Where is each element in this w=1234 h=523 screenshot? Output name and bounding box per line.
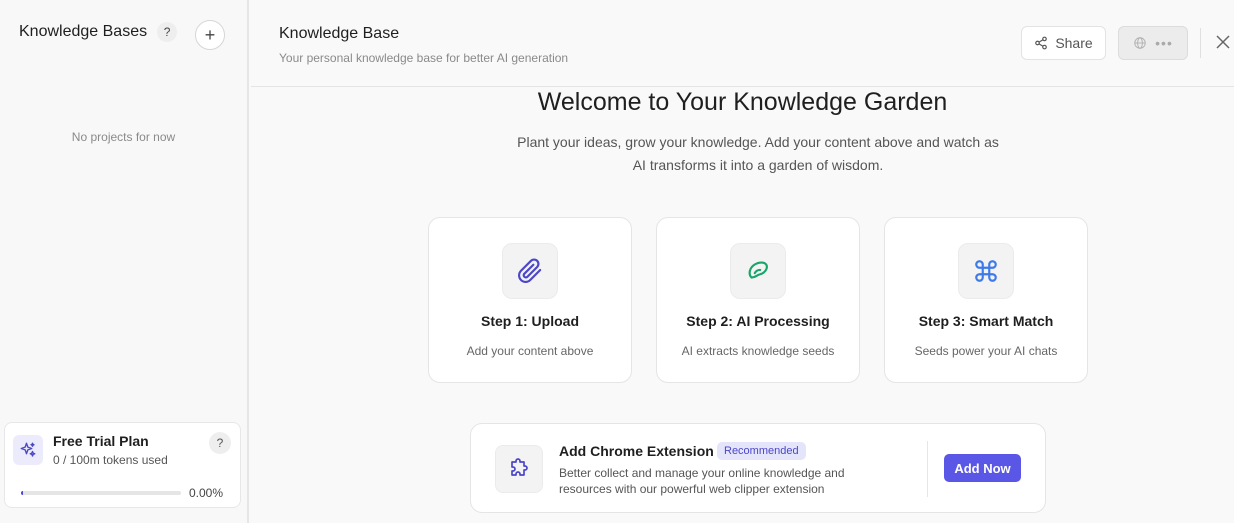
step-title: Step 3: Smart Match [918,313,1054,329]
add-knowledge-base-button[interactable]: + [195,20,225,50]
puzzle-icon [495,445,543,493]
welcome-description: Plant your ideas, grow your knowledge. A… [503,131,1013,177]
more-options-button[interactable]: ••• [1118,26,1188,60]
step-title: Step 1: Upload [480,313,579,329]
plan-progress-bar [21,491,181,495]
welcome-desc-line-2: AI transforms it into a garden of wisdom… [632,157,884,173]
welcome-desc-line-1: Plant your ideas, grow your knowledge. A… [517,134,999,150]
more-dots-icon: ••• [1155,35,1173,51]
step-card-smart-match: Step 3: Smart Match Seeds power your AI … [884,217,1088,383]
command-icon [958,243,1014,299]
main-header: Knowledge Base Your personal knowledge b… [251,0,1234,87]
step-card-upload: Step 1: Upload Add your content above [428,217,632,383]
help-button[interactable]: ? [157,22,178,42]
sidebar: Knowledge Bases ? + No projects for now … [0,0,249,523]
plan-title: Free Trial Plan [53,433,149,449]
plan-usage: 0 / 100m tokens used [53,453,168,467]
step-title: Step 2: AI Processing [686,313,830,329]
step-description: Seeds power your AI chats [914,344,1058,358]
sidebar-header: Knowledge Bases ? [19,22,178,42]
globe-icon [1134,37,1146,49]
step-description: AI extracts knowledge seeds [681,344,835,358]
sparkles-icon [13,435,43,465]
header-divider [1200,28,1201,58]
share-icon [1035,36,1048,50]
plan-card: Free Trial Plan 0 / 100m tokens used ? 0… [4,422,241,508]
plan-help-button[interactable]: ? [209,432,231,454]
sidebar-title: Knowledge Bases [19,23,148,40]
chrome-extension-card: Add Chrome Extension Recommended Better … [470,423,1046,513]
close-icon [1216,35,1230,49]
close-button[interactable] [1213,31,1233,53]
share-label: Share [1055,35,1093,51]
paperclip-icon [502,243,558,299]
extension-title: Add Chrome Extension [559,443,714,459]
welcome-heading: Welcome to Your Knowledge Garden [537,88,948,116]
plan-progress-fill [21,491,23,495]
recommended-badge: Recommended [717,442,806,460]
add-now-button[interactable]: Add Now [944,454,1021,482]
extension-description: Better collect and manage your online kn… [559,466,845,496]
page-title: Knowledge Base [279,25,400,42]
empty-projects-text: No projects for now [71,130,176,144]
main-panel: Knowledge Base Your personal knowledge b… [251,0,1234,523]
seed-icon [730,243,786,299]
extension-divider [927,441,928,497]
plan-percent: 0.00% [189,486,224,500]
step-description: Add your content above [466,344,594,358]
share-button[interactable]: Share [1021,26,1106,60]
page-subtitle: Your personal knowledge base for better … [279,51,569,65]
step-card-ai-processing: Step 2: AI Processing AI extracts knowle… [656,217,860,383]
